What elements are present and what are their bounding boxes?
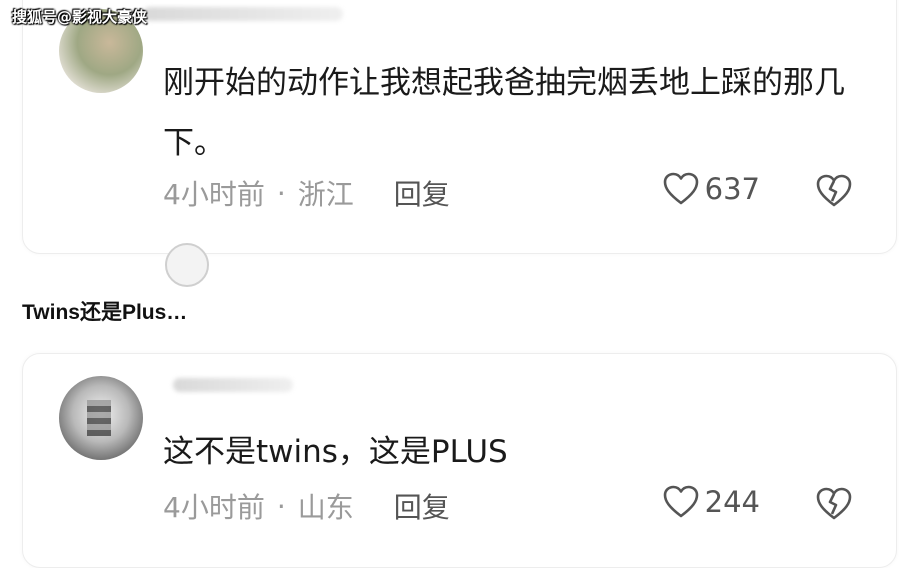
reply-button[interactable]: 回复 [394,173,450,213]
meta-separator: · [276,489,286,523]
meta-separator: · [276,176,286,210]
reply-avatar[interactable] [165,243,209,287]
comment-meta: 4小时前 · 山东 回复 [163,486,450,526]
comment-meta: 4小时前 · 浙江 回复 [163,173,450,213]
dislike-button[interactable] [816,174,852,212]
comment-text: 这不是twins，这是PLUS [163,434,508,470]
like-count: 244 [704,485,760,519]
dislike-button[interactable] [816,487,852,525]
broken-heart-icon [816,487,852,520]
comment-text: 刚开始的动作让我想起我爸抽完烟丢地上踩的那几下。 [163,65,845,161]
heart-icon [663,485,698,518]
like-button[interactable]: 637 [663,172,760,206]
username-blurred [173,378,293,392]
section-heading: Twins还是Plus… [22,301,188,324]
reply-button[interactable]: 回复 [394,486,450,526]
like-count: 637 [704,172,760,206]
comment-location: 山东 [297,491,354,524]
broken-heart-icon [816,174,852,207]
comment-location: 浙江 [297,178,354,211]
comment-card: 刚开始的动作让我想起我爸抽完烟丢地上踩的那几下。 4小时前 · 浙江 回复 63… [22,0,897,287]
heart-icon [663,172,698,205]
watermark: 搜狐号@影视大豪侠 [12,8,148,26]
avatar-mosaic [87,400,111,436]
comment-time: 4小时前 [163,178,265,211]
username-blurred [143,7,343,21]
like-button[interactable]: 244 [663,485,760,519]
comment-card: 这不是twins，这是PLUS 4小时前 · 山东 回复 244 [22,353,897,568]
comment-time: 4小时前 [163,491,265,524]
avatar[interactable] [59,376,143,460]
